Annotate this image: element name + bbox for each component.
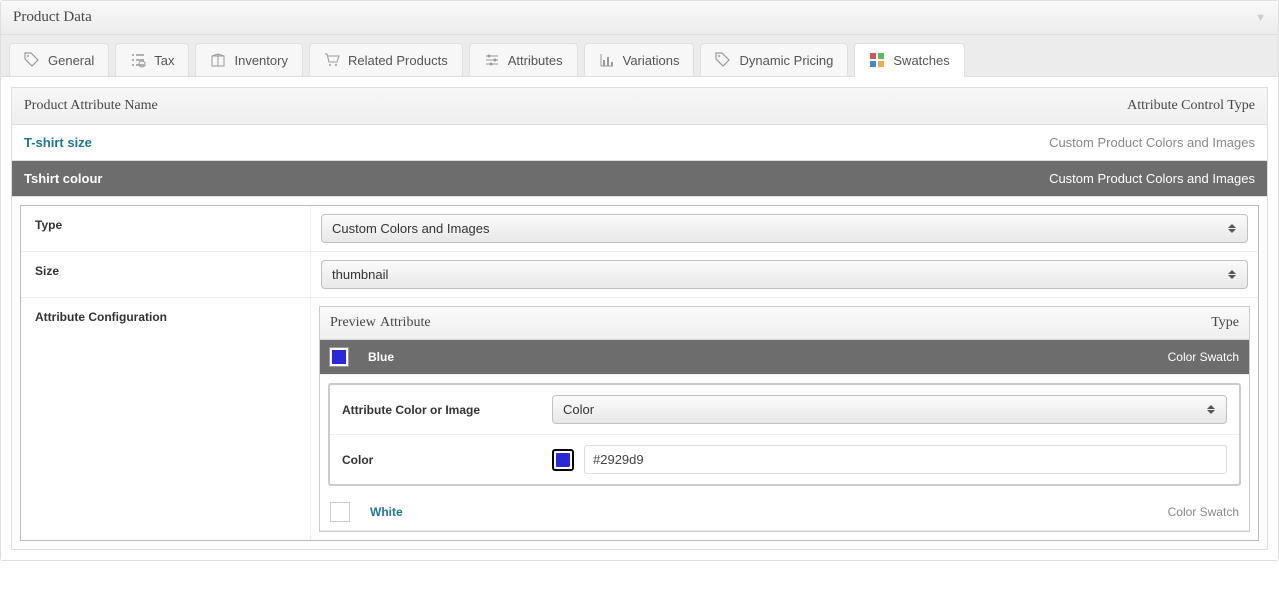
tab-related-products[interactable]: Related Products [309,43,463,77]
tab-variations[interactable]: Variations [584,43,695,77]
tab-general[interactable]: General [9,43,109,77]
price-tag-icon [715,52,731,68]
cart-icon [324,52,340,68]
attribute-row-tshirt-size[interactable]: T-shirt size Custom Product Colors and I… [11,125,1268,161]
swatch-type: Color Swatch [1119,505,1239,519]
field-attribute-configuration: Attribute Configuration Preview Attribut… [21,298,1258,540]
size-select[interactable]: thumbnail [321,260,1248,289]
panel-title: Product Data [13,9,92,26]
detail-color-row: Color [330,434,1239,484]
attribute-config-panel: Preview Attribute Type Blue Color Swatch [319,306,1250,532]
tab-label: Swatches [893,53,949,68]
attribute-type: Custom Product Colors and Images [1049,171,1255,186]
tab-dynamic-pricing[interactable]: Dynamic Pricing [700,43,848,77]
detail-mode-row: Attribute Color or Image Color [330,385,1239,434]
inner-table-header: Preview Attribute Type [320,307,1249,340]
tabs: General Tax Inventory Related Products A… [9,43,1270,76]
type-select[interactable]: Custom Colors and Images [321,214,1248,243]
box-icon [210,52,226,68]
field-control-size: thumbnail [311,252,1258,297]
tab-label: General [48,53,94,68]
tab-swatches[interactable]: Swatches [854,43,964,77]
tab-attributes[interactable]: Attributes [469,43,578,77]
detail-mode-label: Attribute Color or Image [342,403,552,417]
col-type: Type [1119,315,1239,331]
config-box: Type Custom Colors and Images Size thumb… [20,205,1259,541]
tab-inventory[interactable]: Inventory [195,43,302,77]
tab-label: Attributes [508,53,563,68]
field-size: Size thumbnail [21,252,1258,298]
swatches-icon [869,52,885,68]
select-value: Custom Colors and Images [332,221,490,236]
field-type: Type Custom Colors and Images [21,206,1258,252]
detail-mode-control: Color [552,395,1227,424]
tabs-container: General Tax Inventory Related Products A… [1,35,1278,77]
color-picker[interactable] [552,449,574,471]
select-value: thumbnail [332,267,388,282]
chart-icon [599,52,615,68]
detail-color-label: Color [342,453,552,467]
field-control-type: Custom Colors and Images [311,206,1258,251]
detail-color-control [552,445,1227,474]
field-label-type: Type [21,206,311,251]
tag-icon [24,52,40,68]
collapse-icon[interactable]: ▼ [1255,12,1266,24]
select-caret-icon [1204,403,1218,417]
tab-tax[interactable]: Tax [115,43,189,77]
product-data-panel: Product Data ▼ General Tax Inventory Rel… [0,0,1279,561]
mode-select[interactable]: Color [552,395,1227,424]
attribute-name: T-shirt size [24,135,92,150]
swatch-preview [330,348,348,366]
tab-label: Tax [154,53,174,68]
col-preview: Preview [330,315,380,331]
attribute-type: Custom Product Colors and Images [1049,135,1255,150]
select-caret-icon [1225,222,1239,236]
tab-label: Related Products [348,53,448,68]
select-caret-icon [1225,268,1239,282]
color-hex-input[interactable] [584,445,1227,474]
tab-label: Inventory [234,53,287,68]
list-icon [130,52,146,68]
swatch-preview [330,502,350,522]
field-label-size: Size [21,252,311,297]
field-label-config: Attribute Configuration [21,298,311,540]
attribute-config-area: Type Custom Colors and Images Size thumb… [11,197,1268,550]
swatch-detail-panel: Attribute Color or Image Color [328,383,1241,486]
attribute-table-header: Product Attribute Name Attribute Control… [11,87,1268,125]
header-type: Attribute Control Type [1127,98,1255,114]
col-attribute: Attribute [380,315,1119,331]
color-picker-corner-icon [567,464,572,469]
field-control-config: Preview Attribute Type Blue Color Swatch [311,298,1258,540]
tab-label: Variations [623,53,680,68]
attribute-row-tshirt-colour[interactable]: Tshirt colour Custom Product Colors and … [11,161,1268,197]
select-value: Color [563,402,594,417]
attribute-name: Tshirt colour [24,171,102,186]
sliders-icon [484,52,500,68]
tab-content: Product Attribute Name Attribute Control… [1,77,1278,560]
header-name: Product Attribute Name [24,98,158,114]
tab-label: Dynamic Pricing [739,53,833,68]
panel-header: Product Data ▼ [1,1,1278,35]
swatch-label: Blue [348,350,1119,364]
swatch-type: Color Swatch [1119,350,1239,364]
swatch-row-white[interactable]: White Color Swatch [320,494,1249,531]
swatch-label: White [350,505,1119,519]
swatch-row-blue[interactable]: Blue Color Swatch [320,340,1249,375]
